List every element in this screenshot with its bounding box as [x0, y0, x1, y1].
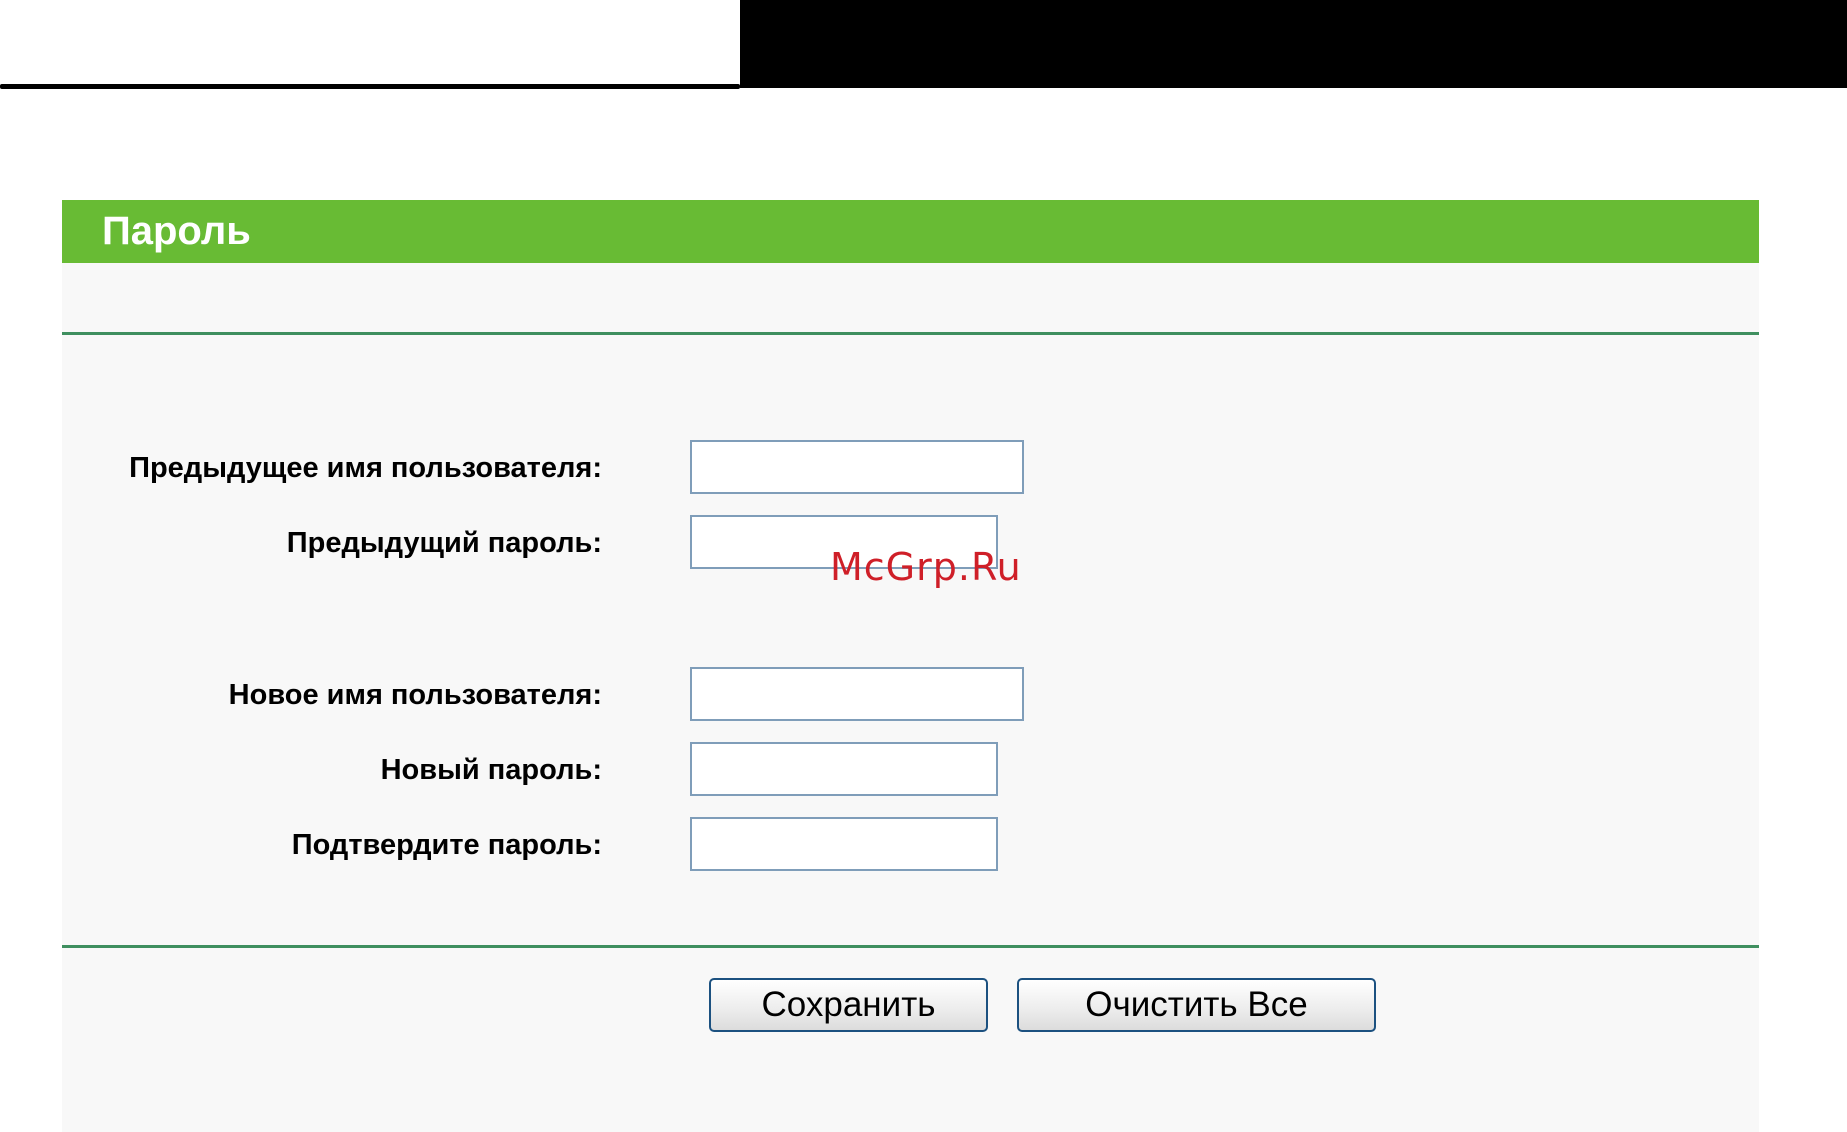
confirm-password-input[interactable] [690, 817, 998, 871]
old-username-input[interactable] [690, 440, 1024, 494]
new-password-input[interactable] [690, 742, 998, 796]
watermark: McGrp.Ru [830, 545, 1022, 589]
save-button[interactable]: Сохранить [709, 978, 988, 1032]
top-black-bar [740, 0, 1847, 88]
confirm-password-label: Подтвердите пароль: [291, 829, 602, 861]
divider-bottom [62, 945, 1759, 948]
new-password-label: Новый пароль: [380, 754, 602, 786]
password-panel: Пароль Предыдущее имя пользователя: Пред… [62, 200, 1759, 1132]
top-rule [0, 84, 740, 89]
old-username-label: Предыдущее имя пользователя: [129, 452, 602, 484]
old-password-label: Предыдущий пароль: [286, 527, 602, 559]
panel-title: Пароль [102, 209, 251, 253]
clear-all-button[interactable]: Очистить Все [1017, 978, 1376, 1032]
divider-top [62, 332, 1759, 335]
new-username-label: Новое имя пользователя: [228, 679, 602, 711]
new-username-input[interactable] [690, 667, 1024, 721]
page: Пароль Предыдущее имя пользователя: Пред… [0, 0, 1847, 1132]
panel-header: Пароль [62, 200, 1759, 263]
